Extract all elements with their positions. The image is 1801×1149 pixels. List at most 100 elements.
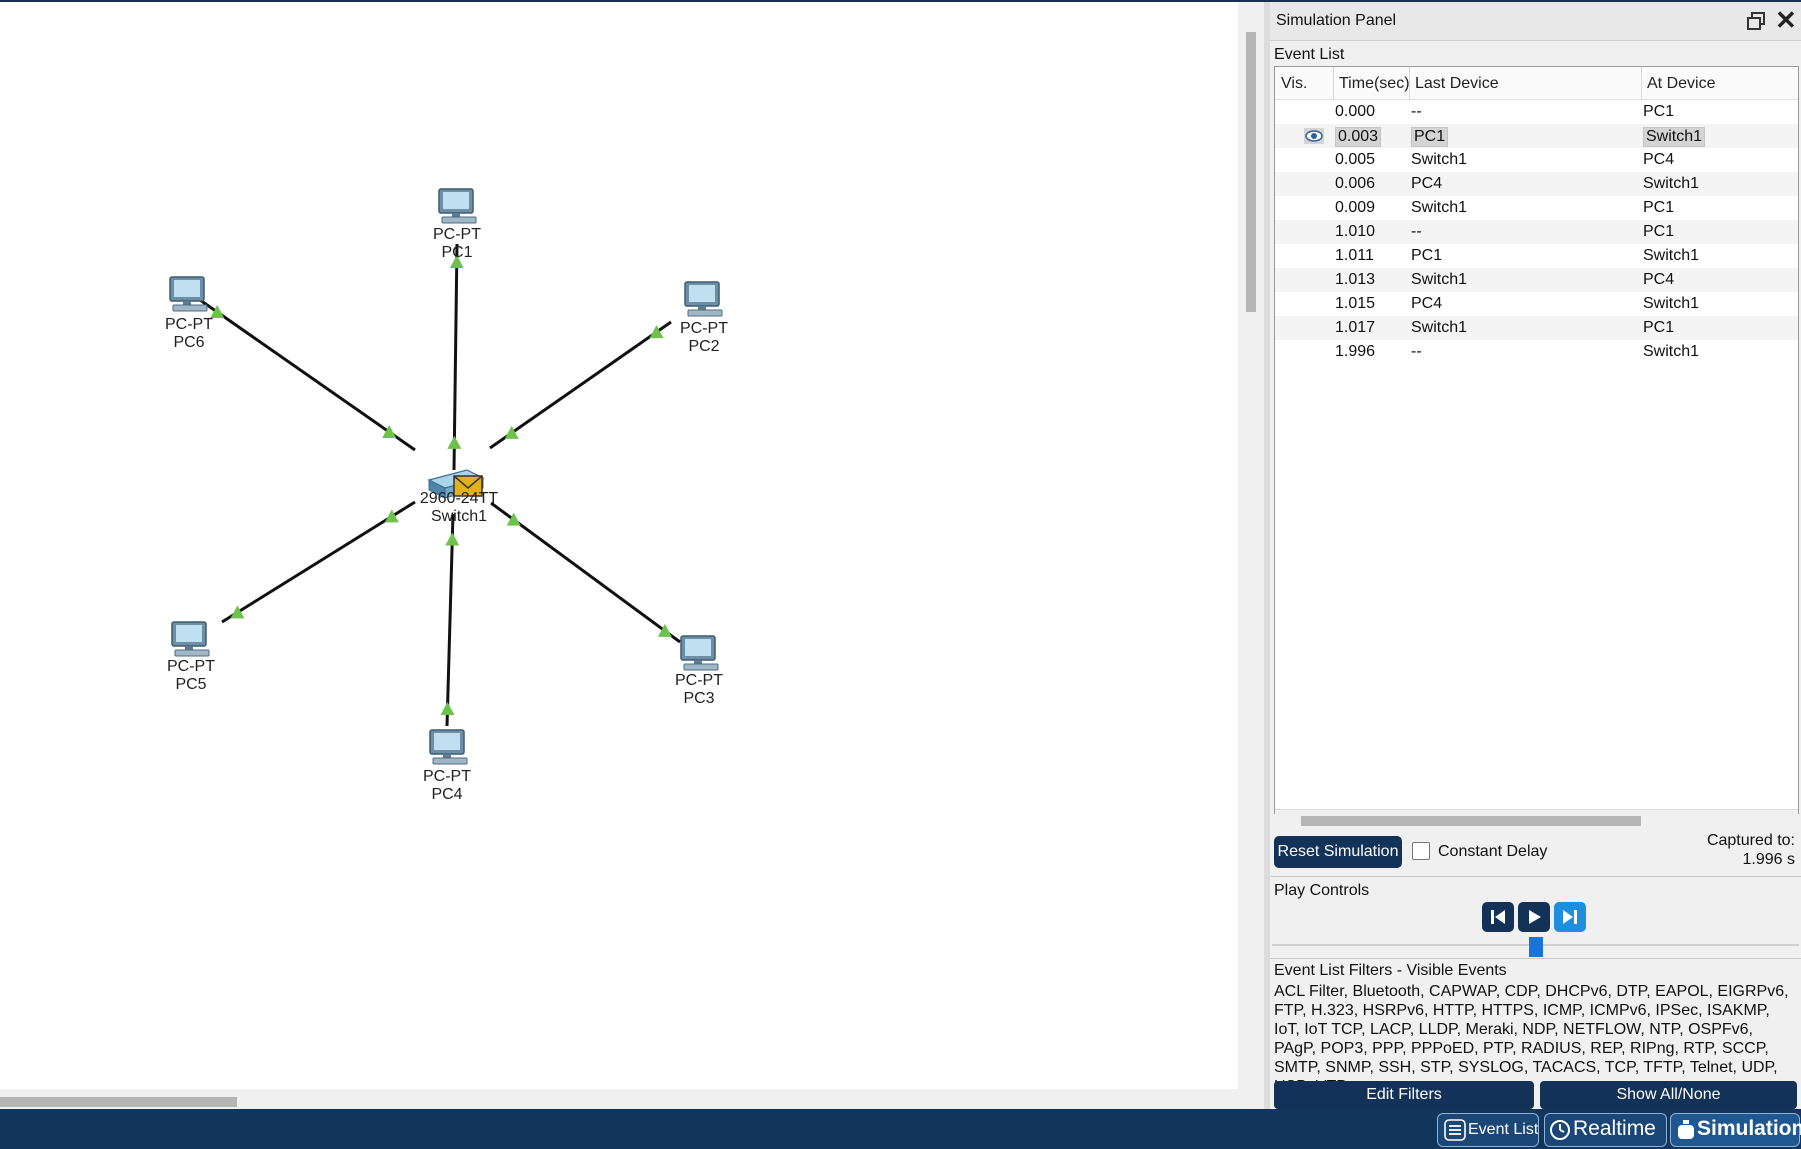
event-at-device: PC4 [1643, 151, 1675, 168]
device-label-pc6[interactable]: PC-PT PC6 [144, 316, 234, 352]
pc3-pc-icon[interactable] [680, 635, 719, 671]
event-at-device: Switch1 [1643, 127, 1706, 147]
section-divider [1270, 876, 1801, 877]
stopwatch-icon [1678, 1120, 1694, 1139]
event-row[interactable]: 1.015 PC4 Switch1 [1275, 292, 1798, 316]
device-label-pc3[interactable]: PC-PT PC3 [654, 672, 744, 708]
event-list-horizontal-scrollbar[interactable] [1275, 809, 1798, 832]
device-model: PC-PT [167, 658, 215, 675]
pc1-pc-icon[interactable] [438, 188, 477, 224]
event-last-device: PC1 [1411, 127, 1449, 147]
link-up-indicator [447, 435, 462, 449]
event-last-device: Switch1 [1411, 151, 1468, 168]
event-at-device: PC1 [1643, 223, 1675, 240]
workspace-vertical-scrollbar[interactable] [1238, 2, 1264, 1109]
link-pc5-switch1[interactable] [221, 500, 416, 624]
pc6-pc-icon[interactable] [169, 276, 208, 312]
event-at-device: PC1 [1643, 103, 1675, 120]
simulation-mode-button[interactable]: Simulation [1670, 1113, 1801, 1147]
constant-delay-label[interactable]: Constant Delay [1438, 843, 1547, 861]
restore-window-icon[interactable] [1746, 11, 1766, 31]
event-row[interactable]: 0.005 Switch1 PC4 [1275, 148, 1798, 172]
link-up-indicator [384, 509, 399, 523]
clock-icon [1550, 1120, 1570, 1140]
reset-simulation-button[interactable]: Reset Simulation [1274, 836, 1402, 868]
event-filters-title: Event List Filters - Visible Events [1274, 962, 1507, 979]
column-header-at-device[interactable]: At Device [1647, 75, 1715, 93]
event-row[interactable]: 0.000 -- PC1 [1275, 100, 1798, 124]
event-last-device: PC4 [1411, 175, 1443, 192]
play-button[interactable] [1518, 902, 1550, 932]
devices-layer[interactable] [169, 188, 723, 765]
event-list-icon [1444, 1119, 1466, 1141]
link-pc2-switch1[interactable] [489, 320, 672, 450]
close-icon[interactable]: ✕ [1775, 7, 1797, 33]
event-at-device: PC1 [1643, 319, 1675, 336]
capture-forward-button[interactable] [1554, 902, 1586, 932]
device-name: PC1 [441, 244, 473, 261]
device-model: 2960-24TT [419, 490, 499, 507]
realtime-mode-label: Realtime [1573, 1117, 1656, 1140]
pc4-pc-icon[interactable] [429, 729, 468, 765]
event-row[interactable]: 1.996 -- Switch1 [1275, 340, 1798, 364]
link-up-indicator [440, 702, 455, 716]
device-model: PC-PT [680, 320, 728, 337]
event-at-device: PC4 [1643, 271, 1675, 288]
event-list-toggle-button[interactable]: Event List [1437, 1113, 1539, 1147]
device-label-pc4[interactable]: PC-PT PC4 [402, 768, 492, 804]
logical-workspace[interactable]: PC-PT PC1 PC-PT PC2 PC-PT PC3 PC-PT PC4 … [0, 2, 1238, 1111]
simulation-mode-label: Simulation [1697, 1117, 1801, 1140]
workspace-horizontal-scrollbar[interactable] [0, 1089, 1238, 1111]
event-row[interactable]: 1.011 PC1 Switch1 [1275, 244, 1798, 268]
pc2-pc-icon[interactable] [684, 281, 723, 317]
event-row[interactable]: 1.010 -- PC1 [1275, 220, 1798, 244]
device-label-pc2[interactable]: PC-PT PC2 [659, 320, 749, 356]
event-time: 0.005 [1335, 151, 1376, 168]
visible-events-list: ACL Filter, Bluetooth, CAPWAP, CDP, DHCP… [1274, 983, 1789, 1095]
edit-filters-button[interactable]: Edit Filters [1274, 1081, 1534, 1109]
event-row[interactable]: 0.003 PC1 Switch1 [1275, 124, 1798, 148]
event-time: 1.017 [1335, 319, 1376, 336]
realtime-mode-button[interactable]: Realtime [1544, 1113, 1667, 1147]
workspace-vertical-scroll-thumb[interactable] [1246, 32, 1256, 312]
event-row[interactable]: 0.006 PC4 Switch1 [1275, 172, 1798, 196]
workspace-horizontal-scroll-thumb[interactable] [0, 1097, 237, 1107]
device-name: PC6 [173, 334, 205, 351]
device-name: Switch1 [430, 508, 488, 525]
device-name: PC3 [683, 690, 715, 707]
back-button[interactable] [1482, 902, 1514, 932]
device-model: PC-PT [675, 672, 723, 689]
event-last-device: -- [1411, 343, 1422, 360]
event-time: 1.013 [1335, 271, 1376, 288]
device-model: PC-PT [165, 316, 213, 333]
event-row[interactable]: 1.017 Switch1 PC1 [1275, 316, 1798, 340]
column-header-vis[interactable]: Vis. [1281, 75, 1307, 93]
column-divider [1641, 67, 1642, 99]
captured-to-value: 1.996 s [1742, 851, 1795, 868]
device-model: PC-PT [423, 768, 471, 785]
device-label-pc1[interactable]: PC-PT PC1 [412, 226, 502, 262]
event-row[interactable]: 1.013 Switch1 PC4 [1275, 268, 1798, 292]
show-all-none-button[interactable]: Show All/None [1540, 1081, 1797, 1109]
device-label-pc5[interactable]: PC-PT PC5 [146, 658, 236, 694]
event-list-label: Event List [1274, 46, 1345, 63]
reset-simulation-label: Reset Simulation [1277, 843, 1399, 860]
topology-canvas[interactable] [0, 2, 1238, 1089]
constant-delay-checkbox[interactable] [1412, 842, 1430, 860]
play-speed-slider-thumb[interactable] [1529, 937, 1543, 957]
column-header-last-device[interactable]: Last Device [1415, 75, 1499, 93]
column-divider [1409, 67, 1410, 99]
column-header-time[interactable]: Time(sec) [1339, 75, 1410, 93]
captured-to-label: Captured to: [1706, 832, 1795, 849]
event-time: 0.003 [1335, 127, 1382, 147]
event-row[interactable]: 0.009 Switch1 PC1 [1275, 196, 1798, 220]
device-name: PC2 [688, 338, 720, 355]
panel-header: Simulation Panel ✕ [1270, 2, 1801, 41]
event-time: 1.996 [1335, 343, 1376, 360]
event-last-device: PC4 [1411, 295, 1443, 312]
link-pc4-switch1[interactable] [445, 513, 455, 727]
event-time: 0.006 [1335, 175, 1376, 192]
pc5-pc-icon[interactable] [171, 621, 210, 657]
event-list-scroll-thumb[interactable] [1301, 816, 1641, 826]
device-label-switch1[interactable]: 2960-24TT Switch1 [409, 490, 509, 526]
